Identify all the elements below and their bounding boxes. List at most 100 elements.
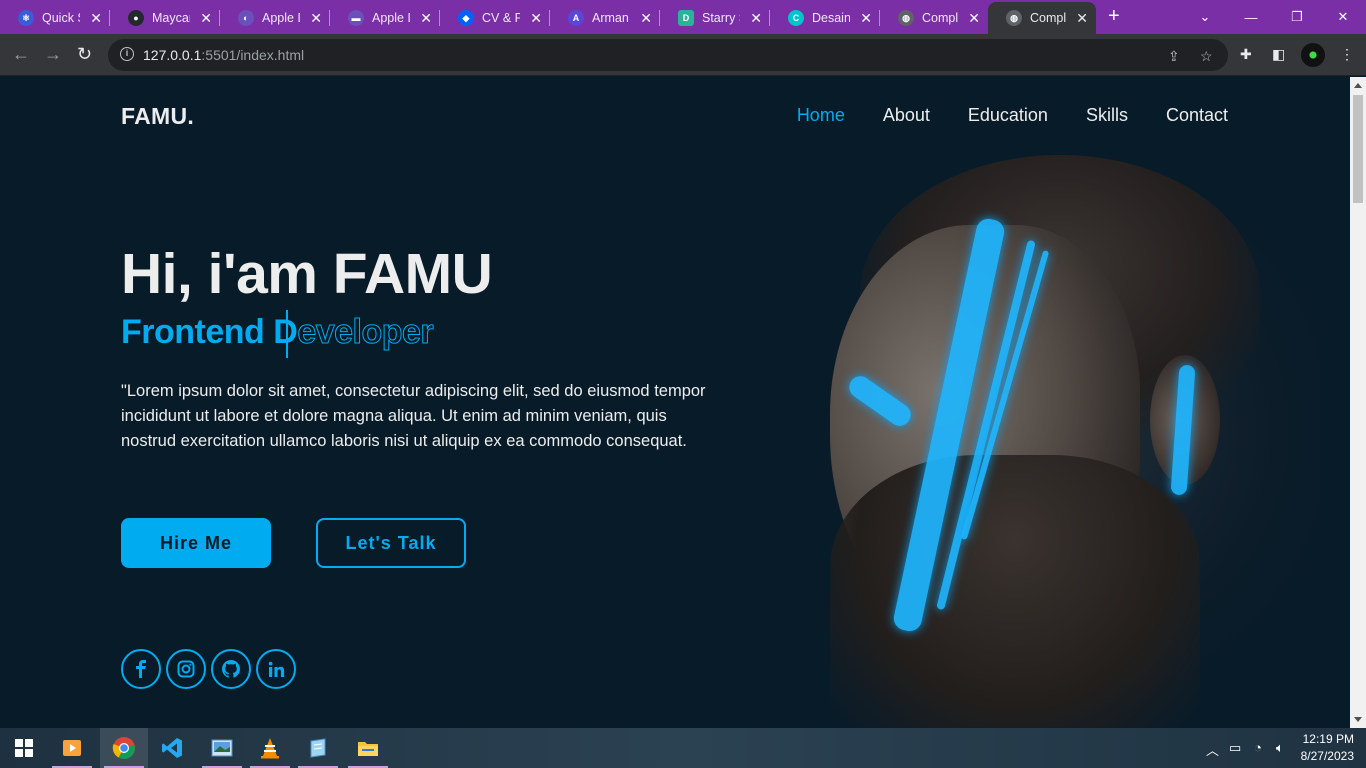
tab-title: Complete	[922, 11, 959, 25]
media-player-icon[interactable]	[48, 728, 96, 768]
close-tab-icon[interactable]: ✕	[968, 10, 980, 27]
new-tab-plus-icon[interactable]: +	[1108, 6, 1120, 26]
nav-education[interactable]: Education	[968, 105, 1048, 126]
role-outline-text: eveloper	[297, 313, 434, 352]
close-tab-icon[interactable]: ✕	[310, 10, 322, 27]
vscode-icon[interactable]	[148, 728, 196, 768]
site-info-icon[interactable]: i	[120, 47, 134, 61]
tab-title: Apple Design	[262, 11, 300, 25]
browser-tab[interactable]: ◐ Apple Design ✕	[220, 2, 330, 34]
close-tab-icon[interactable]: ✕	[860, 10, 872, 27]
close-window-icon[interactable]: ✕	[1320, 0, 1366, 34]
github-icon[interactable]	[211, 649, 251, 689]
hire-me-button[interactable]: Hire Me	[121, 518, 271, 568]
close-tab-icon[interactable]: ✕	[640, 10, 652, 27]
site-nav: Home About Education Skills Contact	[797, 105, 1228, 126]
address-bar[interactable]: i 127.0.0.1:5501/index.html ⇪ ☆	[108, 39, 1228, 71]
file-explorer-icon[interactable]	[344, 728, 392, 768]
browser-toolbar: ← → ↻ i 127.0.0.1:5501/index.html ⇪ ☆ ✚ …	[0, 34, 1366, 76]
close-tab-icon[interactable]: ✕	[1076, 10, 1088, 27]
tab-title: Complete	[1030, 11, 1067, 25]
nav-about[interactable]: About	[883, 105, 930, 126]
tab-title: Desain t	[812, 11, 851, 25]
site-logo[interactable]: FAMU.	[121, 103, 194, 130]
battery-icon[interactable]: ▭	[1229, 740, 1241, 756]
forward-arrow-icon[interactable]: →	[44, 44, 62, 64]
browser-tab[interactable]: D Starry Sky ✕	[660, 2, 770, 34]
tab-title: Quick Start	[42, 11, 80, 25]
scroll-down-arrow-icon[interactable]	[1354, 717, 1362, 722]
hero-greeting: Hi, i'am FAMU	[121, 242, 493, 306]
typing-cursor	[286, 310, 288, 358]
profile-avatar[interactable]	[1301, 43, 1325, 67]
tab-search-chevron-icon[interactable]: ⌄	[1182, 0, 1228, 34]
browser-tab[interactable]: ● Maycana ✕	[110, 2, 220, 34]
tab-title: CV & Portfolio	[482, 11, 521, 25]
page-viewport: FAMU. Home About Education Skills Contac…	[0, 77, 1350, 728]
tab-favicon-icon: ◐	[238, 10, 254, 26]
browser-tab[interactable]: C Desain t ✕	[770, 2, 880, 34]
page-scrollbar[interactable]	[1350, 77, 1366, 728]
hero-role: Frontend Developer	[121, 313, 434, 352]
hero-portrait-image	[720, 155, 1320, 728]
social-links	[121, 649, 296, 689]
close-tab-icon[interactable]: ✕	[200, 10, 212, 27]
windows-taskbar: ︿ ▭ ◔ 🔈︎ 12:19 PM 8/27/2023	[0, 728, 1366, 768]
taskbar-clock[interactable]: 12:19 PM 8/27/2023	[1301, 731, 1354, 765]
facebook-icon[interactable]	[121, 649, 161, 689]
tab-favicon-icon: ◆	[458, 10, 474, 26]
nav-home[interactable]: Home	[797, 105, 845, 126]
close-tab-icon[interactable]: ✕	[420, 10, 432, 27]
tab-favicon-icon: ⚛	[18, 10, 34, 26]
close-tab-icon[interactable]: ✕	[530, 10, 542, 27]
tab-title: Apple Design	[372, 11, 410, 25]
globe-icon: ◍	[898, 10, 914, 26]
back-arrow-icon[interactable]: ←	[12, 44, 30, 64]
scrollbar-thumb[interactable]	[1353, 95, 1363, 203]
show-hidden-icons-chevron-icon[interactable]: ︿	[1206, 740, 1219, 759]
wifi-icon[interactable]: ◔	[1254, 740, 1262, 755]
tab-title: Maycana	[152, 11, 190, 25]
minimize-icon[interactable]: —	[1228, 0, 1274, 34]
notes-app-icon[interactable]	[294, 728, 342, 768]
lets-talk-button[interactable]: Let's Talk	[316, 518, 466, 568]
browser-tab-active[interactable]: ◍ Complete ✕	[988, 2, 1096, 34]
tab-favicon-icon: C	[788, 10, 804, 26]
share-icon[interactable]: ⇪	[1168, 48, 1180, 65]
linkedin-icon[interactable]	[256, 649, 296, 689]
tab-title: Arman P	[592, 11, 630, 25]
tab-title: Starry Sky	[702, 11, 740, 25]
clock-time: 12:19 PM	[1302, 732, 1354, 746]
nav-contact[interactable]: Contact	[1166, 105, 1228, 126]
nav-skills[interactable]: Skills	[1086, 105, 1128, 126]
role-solid-text: Frontend D	[121, 313, 298, 351]
close-tab-icon[interactable]: ✕	[750, 10, 762, 27]
photos-app-icon[interactable]	[198, 728, 246, 768]
browser-tab-bar: ⚛ Quick Start ✕ ● Maycana ✕ ◐ Apple Desi…	[0, 0, 1366, 34]
scroll-up-arrow-icon[interactable]	[1354, 83, 1362, 88]
windows-start-icon[interactable]	[0, 728, 48, 768]
instagram-icon[interactable]	[166, 649, 206, 689]
reload-icon[interactable]: ↻	[77, 44, 92, 64]
extensions-puzzle-icon[interactable]: ✚	[1240, 46, 1252, 63]
bookmark-star-icon[interactable]: ☆	[1200, 48, 1213, 65]
browser-tab[interactable]: ▬ Apple Design ✕	[330, 2, 440, 34]
browser-tab[interactable]: ◍ Complete ✕	[880, 2, 988, 34]
browser-tab[interactable]: A Arman P ✕	[550, 2, 660, 34]
clock-date: 8/27/2023	[1300, 749, 1354, 763]
restore-icon[interactable]: ❐	[1274, 0, 1320, 34]
tab-favicon-icon: D	[678, 10, 694, 26]
volume-icon[interactable]: 🔈︎	[1276, 740, 1284, 756]
browser-tab[interactable]: ◆ CV & Portfolio ✕	[440, 2, 550, 34]
side-panel-icon[interactable]: ◧	[1272, 46, 1285, 63]
url-text[interactable]: 127.0.0.1:5501/index.html	[143, 47, 304, 63]
tab-favicon-icon: A	[568, 10, 584, 26]
browser-tab[interactable]: ⚛ Quick Start ✕	[0, 2, 110, 34]
vlc-icon[interactable]	[246, 728, 294, 768]
tab-favicon-icon: ●	[128, 10, 144, 26]
kebab-menu-icon[interactable]: ⋮	[1340, 46, 1354, 63]
globe-icon: ◍	[1006, 10, 1022, 26]
hero-description: "Lorem ipsum dolor sit amet, consectetur…	[121, 382, 706, 450]
chrome-icon[interactable]	[100, 728, 148, 768]
close-tab-icon[interactable]: ✕	[90, 10, 102, 27]
